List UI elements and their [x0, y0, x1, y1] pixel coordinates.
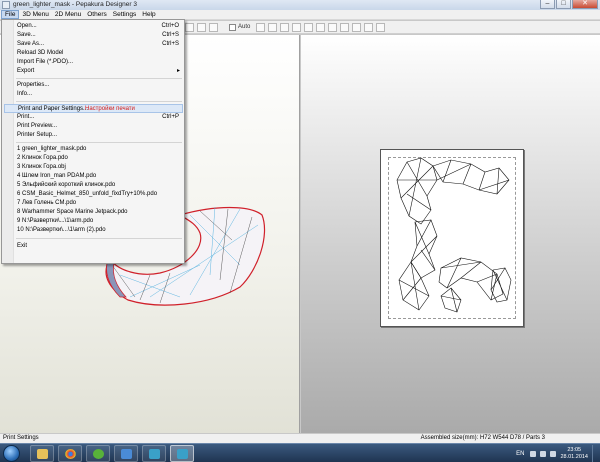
menu-item-printer-setup[interactable]: Printer Setup...	[4, 131, 183, 140]
tool-button-8[interactable]	[340, 23, 349, 32]
recent-file-item[interactable]: 3 Клинок Гора.obj	[4, 163, 183, 172]
menu-settings[interactable]: Settings	[110, 10, 140, 19]
menu-separator	[16, 78, 182, 79]
assembled-size-text: Assembled size(mm): H72 W544 D78 / Parts…	[420, 435, 545, 441]
menu-file[interactable]: File	[1, 10, 20, 19]
status-bar: Print Settings Assembled size(mm): H72 W…	[0, 433, 600, 443]
file-menu[interactable]: Open... Ctrl+O Save... Ctrl+S Save As...…	[1, 19, 185, 264]
recent-file-item[interactable]: 9 N:\Развертки\...\1\arm.pdo	[4, 217, 183, 226]
menu-2d[interactable]: 2D Menu	[52, 10, 84, 19]
zoom-tool-button[interactable]	[209, 23, 218, 32]
tool-button-4[interactable]	[292, 23, 301, 32]
recent-file-item[interactable]: 4 Шлем Iron_man PDAM.pdo	[4, 172, 183, 181]
auto-label: Auto	[238, 24, 251, 30]
menu-others[interactable]: Others	[84, 10, 110, 19]
minimize-icon[interactable]: –	[540, 0, 555, 9]
start-orb-icon[interactable]	[3, 445, 20, 462]
tool-button-5[interactable]	[304, 23, 313, 32]
menu-item-print-preview[interactable]: Print Preview...	[4, 122, 183, 131]
menu-3d[interactable]: 3D Menu	[19, 10, 51, 19]
taskbar-app[interactable]	[114, 445, 138, 462]
menu-item-print[interactable]: Print... Ctrl+P	[4, 113, 183, 122]
taskbar-explorer[interactable]	[30, 445, 54, 462]
close-icon[interactable]: ✕	[572, 0, 598, 9]
clock[interactable]: 23:05 28.01.2014	[560, 447, 588, 461]
menu-separator	[16, 101, 182, 102]
menu-item-open[interactable]: Open... Ctrl+O	[4, 22, 183, 31]
show-desktop-button[interactable]	[592, 445, 598, 462]
menu-item-export[interactable]: Export ▸	[4, 67, 183, 76]
title-bar: green_lighter_mask - Pepakura Designer 3…	[0, 0, 600, 10]
select-tool-button[interactable]	[185, 23, 194, 32]
menu-item-print-and-paper-settings[interactable]: Print and Paper Settings... Настройки пе…	[4, 104, 183, 113]
menu-item-reload-3d-model[interactable]: Reload 3D Model	[4, 49, 183, 58]
menu-item-save[interactable]: Save... Ctrl+S	[4, 31, 183, 40]
menu-separator	[16, 142, 182, 143]
rotate-tool-button[interactable]	[197, 23, 206, 32]
menu-item-exit[interactable]: Exit	[4, 242, 183, 251]
tool-button-10[interactable]	[364, 23, 373, 32]
recent-file-item[interactable]: 6 CSM_Basic_Helmet_850_unfold_fixdTry+10…	[4, 190, 183, 199]
taskbar: EN 23:05 28.01.2014	[0, 443, 600, 462]
taskbar-chrome[interactable]	[58, 445, 82, 462]
tool-button-11[interactable]	[376, 23, 385, 32]
tool-button-7[interactable]	[328, 23, 337, 32]
window-title: green_lighter_mask - Pepakura Designer 3	[13, 1, 137, 8]
system-tray: EN 23:05 28.01.2014	[516, 445, 598, 462]
tray-flag-icon[interactable]	[530, 450, 537, 457]
recent-file-item[interactable]: 1 green_lighter_mask.pdo	[4, 145, 183, 154]
menu-help[interactable]: Help	[139, 10, 158, 19]
taskbar-pepakura-1[interactable]	[142, 445, 166, 462]
recent-file-item[interactable]: 10 N:\Развертки\...\1\arm (2).pdo	[4, 226, 183, 235]
menu-separator	[16, 238, 182, 239]
tray-volume-icon[interactable]	[550, 450, 557, 457]
taskbar-utorrent[interactable]	[86, 445, 110, 462]
language-indicator[interactable]: EN	[516, 451, 524, 457]
unfolded-parts[interactable]	[381, 150, 525, 328]
menu-item-save-as[interactable]: Save As... Ctrl+S	[4, 40, 183, 49]
status-text: Print Settings	[3, 435, 39, 441]
recent-file-item[interactable]: 2 Клинок Гора.pdo	[4, 154, 183, 163]
tool-button-3[interactable]	[280, 23, 289, 32]
maximize-icon[interactable]: □	[556, 0, 571, 9]
tool-button-1[interactable]	[256, 23, 265, 32]
auto-checkbox[interactable]	[229, 24, 236, 31]
recent-file-item[interactable]: 8 Warhammer Space Marine Jetpack.pdo	[4, 208, 183, 217]
app-icon[interactable]	[2, 1, 10, 9]
taskbar-pepakura-2[interactable]	[170, 445, 194, 462]
recent-file-item[interactable]: 7 Лев Голень CM.pdo	[4, 199, 183, 208]
recent-file-item[interactable]: 5 Эльфийский короткий клинок.pdo	[4, 181, 183, 190]
tray-network-icon[interactable]	[540, 450, 547, 457]
menu-item-properties[interactable]: Properties...	[4, 81, 183, 90]
menu-item-import-file[interactable]: Import File (*.PDO)...	[4, 58, 183, 67]
tool-button-2[interactable]	[268, 23, 277, 32]
menu-item-info[interactable]: Info...	[4, 90, 183, 99]
tool-button-9[interactable]	[352, 23, 361, 32]
submenu-arrow-icon: ▸	[176, 68, 180, 74]
tool-button-6[interactable]	[316, 23, 325, 32]
paper-sheet[interactable]	[380, 149, 524, 327]
window-controls: – □ ✕	[539, 0, 598, 10]
